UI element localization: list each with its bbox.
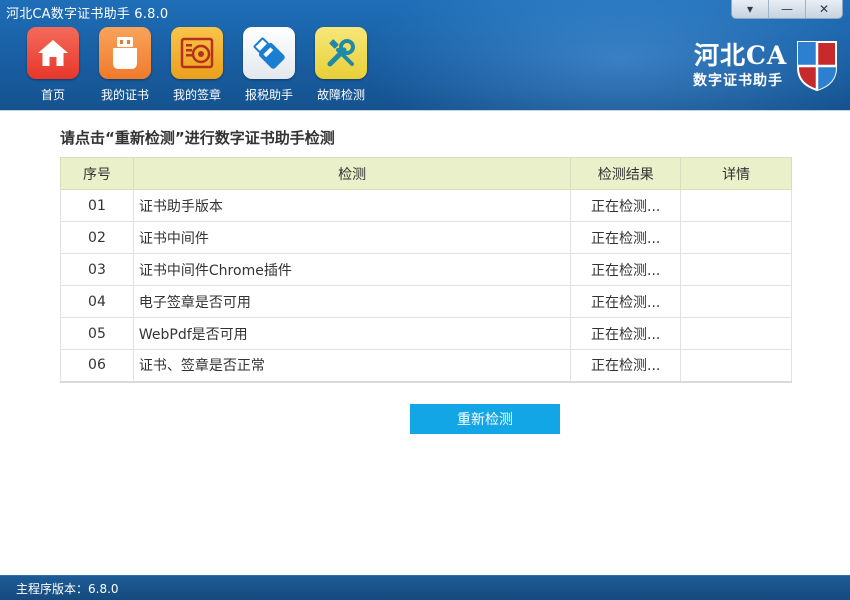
row-result: 正在检测... — [570, 285, 682, 318]
shield-logo-icon — [797, 41, 837, 92]
column-header-number: 序号 — [60, 157, 134, 190]
table-header-row: 序号 检测 检测结果 详情 — [60, 157, 792, 190]
row-result: 正在检测... — [570, 349, 682, 383]
table-row: 06 证书、签章是否正常 正在检测... — [60, 349, 792, 383]
recheck-button[interactable]: 重新检测 — [410, 404, 560, 434]
certificate-tile[interactable] — [99, 27, 151, 79]
toolbar-item-troubleshoot[interactable]: 故障检测 — [305, 27, 377, 103]
detection-table: 序号 检测 检测结果 详情 01 证书助手版本 正在检测... 02 证书中间件… — [60, 157, 792, 383]
minimize-button[interactable]: — — [769, 0, 806, 18]
seal-icon — [180, 37, 214, 69]
table-row: 05 WebPdf是否可用 正在检测... — [60, 317, 792, 350]
window-title: 河北CA数字证书助手 6.8.0 — [6, 7, 169, 22]
brand-logo-block: 河北CA 数字证书助手 — [688, 36, 848, 96]
close-button[interactable]: ✕ — [806, 0, 842, 18]
toolbar-item-label: 首页 — [40, 88, 65, 102]
table-row: 02 证书中间件 正在检测... — [60, 221, 792, 254]
window-controls: ▾ — ✕ — [731, 0, 843, 19]
toolbar-item-label: 我的证书 — [100, 88, 149, 102]
tools-icon — [327, 39, 355, 67]
row-number: 05 — [60, 317, 134, 350]
row-check-name: 证书、签章是否正常 — [132, 349, 572, 383]
table-row: 03 证书中间件Chrome插件 正在检测... — [60, 253, 792, 286]
column-header-check: 检测 — [132, 157, 572, 190]
toolbar-item-label: 我的签章 — [172, 88, 221, 102]
toolbar-item-home[interactable]: 首页 — [17, 27, 89, 103]
row-result: 正在检测... — [570, 221, 682, 254]
row-detail — [680, 349, 792, 383]
tax-tile[interactable] — [243, 27, 295, 79]
row-check-name: 证书中间件Chrome插件 — [132, 253, 572, 286]
version-text: 主程序版本：6.8.0 — [16, 581, 119, 596]
row-number: 06 — [60, 349, 134, 383]
table-row: 04 电子签章是否可用 正在检测... — [60, 285, 792, 318]
toolbar-item-label: 报税助手 — [244, 88, 293, 102]
main-toolbar: 首页 我的证书 我的签章 报税助手 故障检测 — [17, 27, 377, 103]
usb-key-icon — [113, 37, 137, 69]
usb-drive-icon — [253, 37, 285, 69]
status-bar: 主程序版本：6.8.0 — [0, 575, 850, 600]
row-result: 正在检测... — [570, 189, 682, 222]
menu-dropdown-button[interactable]: ▾ — [732, 0, 769, 18]
brand-subtitle: 数字证书助手 — [693, 73, 783, 89]
seal-tile[interactable] — [171, 27, 223, 79]
row-detail — [680, 221, 792, 254]
row-number: 03 — [60, 253, 134, 286]
row-number: 04 — [60, 285, 134, 318]
main-panel: 请点击“重新检测”进行数字证书助手检测 序号 检测 检测结果 详情 01 证书助… — [0, 110, 850, 575]
row-result: 正在检测... — [570, 317, 682, 350]
toolbar-item-my-seal[interactable]: 我的签章 — [161, 27, 233, 103]
row-detail — [680, 317, 792, 350]
table-row: 01 证书助手版本 正在检测... — [60, 189, 792, 222]
row-check-name: WebPdf是否可用 — [132, 317, 572, 350]
row-check-name: 证书助手版本 — [132, 189, 572, 222]
row-check-name: 电子签章是否可用 — [132, 285, 572, 318]
brand-name: 河北CA — [694, 41, 788, 70]
column-header-detail: 详情 — [680, 157, 792, 190]
toolbar-item-my-certificate[interactable]: 我的证书 — [89, 27, 161, 103]
toolbar-item-tax-assistant[interactable]: 报税助手 — [233, 27, 305, 103]
row-detail — [680, 285, 792, 318]
row-detail — [680, 189, 792, 222]
home-tile[interactable] — [27, 27, 79, 79]
row-check-name: 证书中间件 — [132, 221, 572, 254]
column-header-result: 检测结果 — [570, 157, 682, 190]
instruction-heading: 请点击“重新检测”进行数字证书助手检测 — [60, 129, 335, 147]
row-number: 02 — [60, 221, 134, 254]
toolbar-item-label: 故障检测 — [316, 88, 365, 102]
home-icon — [38, 40, 68, 66]
row-number: 01 — [60, 189, 134, 222]
row-detail — [680, 253, 792, 286]
troubleshoot-tile[interactable] — [315, 27, 367, 79]
row-result: 正在检测... — [570, 253, 682, 286]
app-header: 河北CA数字证书助手 6.8.0 ▾ — ✕ 首页 我的证书 我的签章 报税助手… — [0, 0, 850, 110]
